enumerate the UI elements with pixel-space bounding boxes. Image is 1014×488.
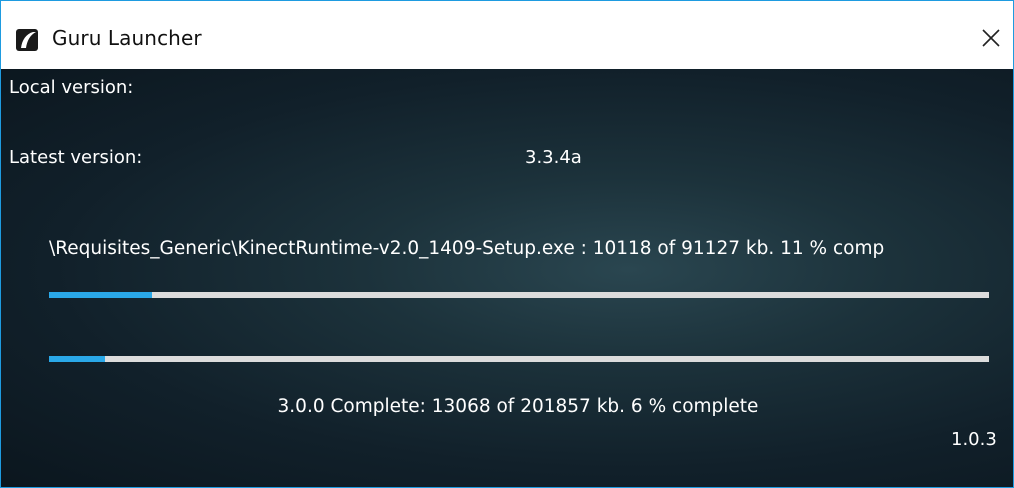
launcher-window: Guru Launcher Local version: Latest vers… [0,0,1014,488]
local-version-label: Local version: [9,77,134,98]
window-title: Guru Launcher [52,26,202,50]
close-icon [982,29,1000,47]
title-bar: Guru Launcher [1,1,1013,69]
launcher-content: Local version: Latest version: 3.3.4a \R… [1,69,1013,487]
overall-progress-fill [49,356,106,362]
guru-logo-icon [16,29,38,51]
latest-version-value: 3.3.4a [525,147,582,168]
overall-progress-bar [49,356,989,362]
file-download-status: \Requisites_Generic\KinectRuntime-v2.0_1… [49,238,885,259]
overall-download-status: 3.0.0 Complete: 13068 of 201857 kb. 6 % … [277,396,759,417]
launcher-version: 1.0.3 [951,429,997,450]
close-button[interactable] [969,15,1013,61]
file-progress-bar [49,292,989,298]
file-progress-fill [49,292,153,298]
latest-version-label: Latest version: [9,147,143,168]
